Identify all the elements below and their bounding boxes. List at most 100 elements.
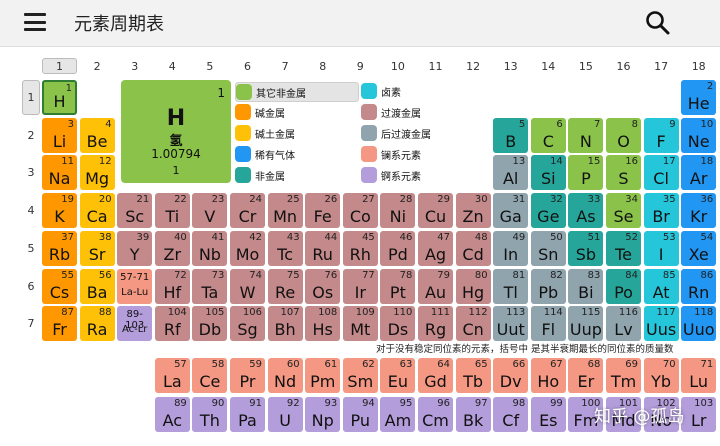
element-cell[interactable]: 22 Ti	[154, 193, 190, 229]
group-label[interactable]: 6	[237, 60, 259, 73]
element-cell[interactable]: 98 Cf	[493, 397, 529, 432]
element-cell[interactable]: 27 Co	[342, 193, 378, 229]
group-label[interactable]: 9	[349, 60, 371, 73]
group-label[interactable]: 17	[650, 60, 672, 73]
element-cell[interactable]: 8O	[606, 117, 641, 153]
element-cell[interactable]: 42 Mo	[230, 230, 265, 266]
element-cell[interactable]: 94 Pu	[342, 397, 378, 432]
element-cell[interactable]: 12 Mg	[79, 155, 115, 191]
element-cell[interactable]: 84 Po	[606, 268, 641, 304]
element-cell[interactable]: 49 In	[493, 230, 529, 266]
element-cell[interactable]: 35 Br	[643, 193, 679, 229]
group-label[interactable]: 7	[274, 60, 296, 73]
element-cell[interactable]: 58 Ce	[192, 358, 228, 393]
legend-item[interactable]: 过渡金属	[361, 103, 451, 121]
element-cell[interactable]: 61 Pm	[305, 358, 341, 393]
element-cell[interactable]: 79 Au	[418, 268, 453, 304]
element-cell[interactable]: 43 Tc	[267, 230, 303, 266]
element-cell[interactable]: 118 Uuo	[681, 306, 717, 342]
element-cell[interactable]: 85 At	[643, 268, 679, 304]
element-cell[interactable]: 53 I	[643, 230, 679, 266]
element-cell[interactable]: 75 Re	[267, 268, 303, 304]
element-cell[interactable]: 110 Ds	[380, 306, 416, 342]
element-cell[interactable]: 54 Xe	[681, 230, 717, 266]
element-cell[interactable]: 73 Ta	[192, 268, 228, 304]
element-cell[interactable]: 51 Sb	[568, 230, 604, 266]
element-cell[interactable]: 38 Sr	[79, 230, 115, 266]
element-cell[interactable]: 112 Cn	[455, 306, 491, 342]
element-cell[interactable]: 47 Ag	[418, 230, 453, 266]
element-cell[interactable]: 3 Li	[42, 117, 77, 153]
element-cell[interactable]: 88 Ra	[79, 306, 115, 342]
element-cell[interactable]: 89 Ac	[154, 397, 190, 432]
legend-item[interactable]: 锕系元素	[361, 166, 451, 184]
element-cell[interactable]: 60 Nd	[267, 358, 303, 393]
element-cell[interactable]: 91 Pa	[230, 397, 265, 432]
group-label[interactable]: 13	[500, 60, 522, 73]
element-cell[interactable]: 63 Eu	[380, 358, 416, 393]
element-cell[interactable]: 68 Er	[568, 358, 604, 393]
menu-icon[interactable]	[24, 13, 46, 31]
element-cell[interactable]: 106 Sg	[230, 306, 265, 342]
element-cell[interactable]: 113 Uut	[493, 306, 529, 342]
element-cell[interactable]: 44 Ru	[305, 230, 341, 266]
group-label[interactable]: 15	[575, 60, 597, 73]
series-range-cell[interactable]: 57-71 La-Lu	[117, 268, 153, 304]
element-cell[interactable]: 16 S	[606, 155, 641, 191]
element-cell[interactable]: 74 W	[230, 268, 265, 304]
element-cell[interactable]: 87 Fr	[42, 306, 77, 342]
group-label[interactable]: 8	[312, 60, 334, 73]
element-cell[interactable]: 5B	[493, 117, 529, 153]
element-cell[interactable]: 19 K	[42, 193, 77, 229]
series-range-cell[interactable]: 89-103 Ac-Lr	[117, 306, 153, 342]
element-cell[interactable]: 36 Kr	[681, 193, 717, 229]
element-cell[interactable]: 28 Ni	[380, 193, 416, 229]
element-cell[interactable]: 21 Sc	[117, 193, 153, 229]
period-label[interactable]: 1	[20, 91, 42, 104]
legend-item[interactable]: 非金属	[235, 166, 357, 184]
element-cell[interactable]: 40 Zr	[154, 230, 190, 266]
group-label[interactable]: 2	[86, 60, 108, 73]
period-label[interactable]: 4	[20, 204, 42, 217]
element-cell[interactable]: 103 Lr	[681, 397, 717, 432]
element-cell[interactable]: 104 Rf	[154, 306, 190, 342]
element-cell[interactable]: 69 Tm	[606, 358, 641, 393]
period-label[interactable]: 6	[20, 280, 42, 293]
element-cell[interactable]: 93 Np	[305, 397, 341, 432]
element-cell[interactable]: 32 Ge	[530, 193, 566, 229]
element-cell[interactable]: 111 Rg	[418, 306, 453, 342]
element-cell[interactable]: 59 Pr	[230, 358, 265, 393]
element-cell[interactable]: 117 Uus	[643, 306, 679, 342]
element-cell[interactable]: 1H	[42, 80, 77, 115]
element-cell[interactable]: 70 Yb	[643, 358, 679, 393]
element-cell[interactable]: 92 U	[267, 397, 303, 432]
legend-item[interactable]: 其它非金属	[235, 82, 359, 102]
period-label[interactable]: 5	[20, 242, 42, 255]
element-cell[interactable]: 7N	[568, 117, 604, 153]
element-cell[interactable]: 2 He	[681, 80, 717, 115]
element-cell[interactable]: 14 Si	[530, 155, 566, 191]
element-cell[interactable]: 72 Hf	[154, 268, 190, 304]
element-cell[interactable]: 31 Ga	[493, 193, 529, 229]
element-cell[interactable]: 67 Ho	[530, 358, 566, 393]
element-cell[interactable]: 83 Bi	[568, 268, 604, 304]
element-cell[interactable]: 48 Cd	[455, 230, 491, 266]
element-cell[interactable]: 109 Mt	[342, 306, 378, 342]
legend-item[interactable]: 卤素	[361, 82, 451, 100]
group-label[interactable]: 16	[613, 60, 635, 73]
element-cell[interactable]: 80 Hg	[455, 268, 491, 304]
element-cell[interactable]: 6C	[530, 117, 566, 153]
element-cell[interactable]: 11 Na	[42, 155, 77, 191]
element-cell[interactable]: 9F	[643, 117, 679, 153]
element-cell[interactable]: 52 Te	[606, 230, 641, 266]
element-cell[interactable]: 46 Pd	[380, 230, 416, 266]
group-label[interactable]: 18	[688, 60, 710, 73]
element-cell[interactable]: 65 Tb	[455, 358, 491, 393]
element-cell[interactable]: 15 P	[568, 155, 604, 191]
element-cell[interactable]: 116 Lv	[606, 306, 641, 342]
element-cell[interactable]: 17 Cl	[643, 155, 679, 191]
legend-item[interactable]: 后过渡金属	[361, 124, 451, 142]
element-cell[interactable]: 86 Rn	[681, 268, 717, 304]
element-cell[interactable]: 107 Bh	[267, 306, 303, 342]
period-label[interactable]: 3	[20, 166, 42, 179]
